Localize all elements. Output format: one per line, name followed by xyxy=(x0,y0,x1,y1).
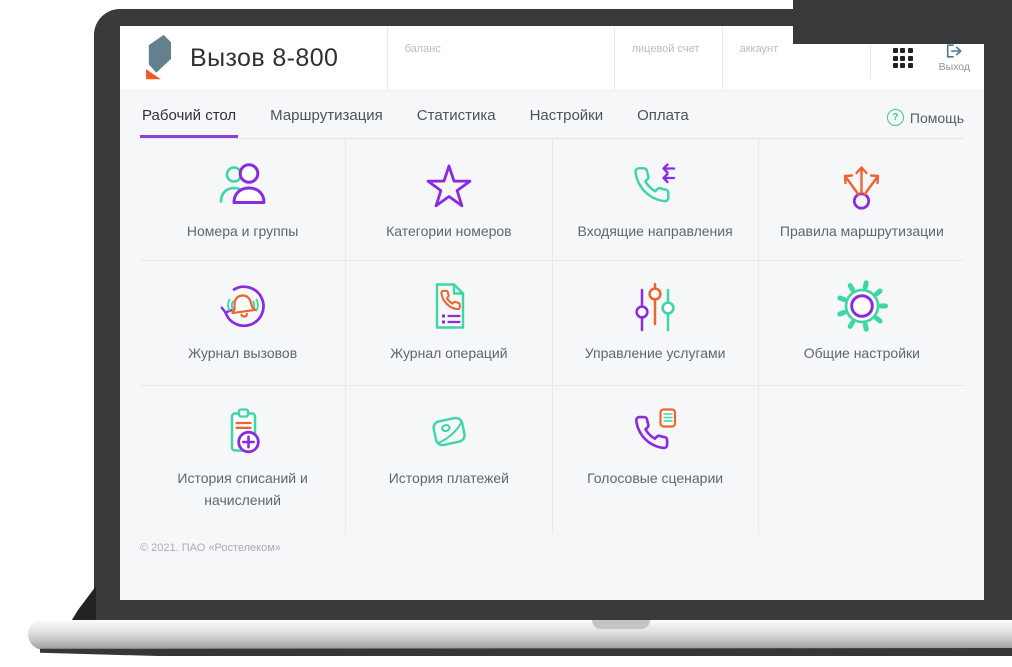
logout-label: Выход xyxy=(938,61,970,73)
star-icon xyxy=(426,164,472,208)
rostelecom-logo-icon xyxy=(146,34,171,80)
operations-document-icon xyxy=(435,283,465,329)
tile-empty xyxy=(759,386,965,534)
account-label: аккаунт xyxy=(739,43,779,55)
laptop-base xyxy=(28,620,1012,650)
tab-settings[interactable]: Настройки xyxy=(528,107,606,138)
sliders-icon xyxy=(635,282,675,332)
laptop-mockup-scene: Вызов 8-800 баланс лицевой счет аккаунт xyxy=(0,0,1012,667)
tile-voice-scenarios[interactable]: Голосовые сценарии xyxy=(553,386,759,534)
balance-label: баланс xyxy=(404,43,441,55)
copyright-text: © 2021. ПАО «Ростелеком» xyxy=(140,542,281,554)
tile-services-management[interactable]: Управление услугами xyxy=(552,261,759,386)
routing-arrows-icon xyxy=(843,166,880,210)
laptop-base-notch xyxy=(592,620,650,629)
tile-label: Общие настройки xyxy=(803,345,920,361)
tile-incoming-directions[interactable]: Входящие направления xyxy=(552,139,759,261)
tile-label: История списаний и начислений xyxy=(177,470,308,508)
exit-icon xyxy=(947,44,962,58)
apps-grid-icon[interactable] xyxy=(892,48,913,68)
account-number-field: лицевой счет xyxy=(613,26,722,90)
balance-field: баланс xyxy=(386,26,614,90)
dashboard-grid: Номера и группы Категории номеров Входящ… xyxy=(140,139,965,534)
help-link[interactable]: ? Помощь xyxy=(886,109,964,138)
tile-label: Входящие направления xyxy=(577,223,733,239)
laptop-bezel-top-right xyxy=(793,0,1012,44)
question-circle-icon: ? xyxy=(886,109,904,126)
tab-payment[interactable]: Оплата xyxy=(635,107,691,138)
tile-label: Категории номеров xyxy=(386,223,512,239)
tab-statistics[interactable]: Статистика xyxy=(415,107,498,138)
voice-script-phone-icon xyxy=(635,408,677,450)
tile-label: Номера и группы xyxy=(186,223,299,239)
tile-label: Управление услугами xyxy=(584,345,726,361)
tab-desktop[interactable]: Рабочий стол xyxy=(140,107,239,138)
help-label: Помощь xyxy=(909,109,964,126)
tile-charges-history[interactable]: История списаний и начислений xyxy=(140,386,347,534)
tile-label: Правила маршрутизации xyxy=(779,223,944,239)
tile-label: Журнал вызовов xyxy=(188,345,298,361)
tile-operations-log[interactable]: Журнал операций xyxy=(346,261,553,386)
app-body: Рабочий стол Маршрутизация Статистика На… xyxy=(120,91,984,600)
tile-call-log[interactable]: Журнал вызовов xyxy=(140,261,347,386)
wallet-icon xyxy=(432,416,466,447)
laptop-base-edge xyxy=(40,648,1012,656)
tile-numbers-groups[interactable]: Номера и группы xyxy=(140,139,347,261)
users-icon xyxy=(219,163,266,204)
app-title: Вызов 8-800 xyxy=(190,43,339,72)
call-log-bell-icon xyxy=(220,285,265,328)
incoming-call-icon xyxy=(634,163,676,203)
tile-general-settings[interactable]: Общие настройки xyxy=(758,261,965,386)
tile-label: Журнал операций xyxy=(390,345,508,361)
main-tabs: Рабочий стол Маршрутизация Статистика На… xyxy=(140,91,964,139)
tab-routing[interactable]: Маршрутизация xyxy=(268,107,385,138)
tile-routing-rules[interactable]: Правила маршрутизации xyxy=(758,139,965,261)
account-number-label: лицевой счет xyxy=(631,43,700,55)
tile-number-categories[interactable]: Категории номеров xyxy=(346,139,553,261)
tile-label: Голосовые сценарии xyxy=(587,470,724,486)
logout-button[interactable]: Выход xyxy=(939,43,970,73)
tile-payments-history[interactable]: История платежей xyxy=(346,386,553,534)
clipboard-plus-icon xyxy=(230,408,260,454)
app-screen: Вызов 8-800 баланс лицевой счет аккаунт xyxy=(120,26,984,600)
tile-label: История платежей xyxy=(388,470,509,486)
gear-icon xyxy=(837,280,888,332)
